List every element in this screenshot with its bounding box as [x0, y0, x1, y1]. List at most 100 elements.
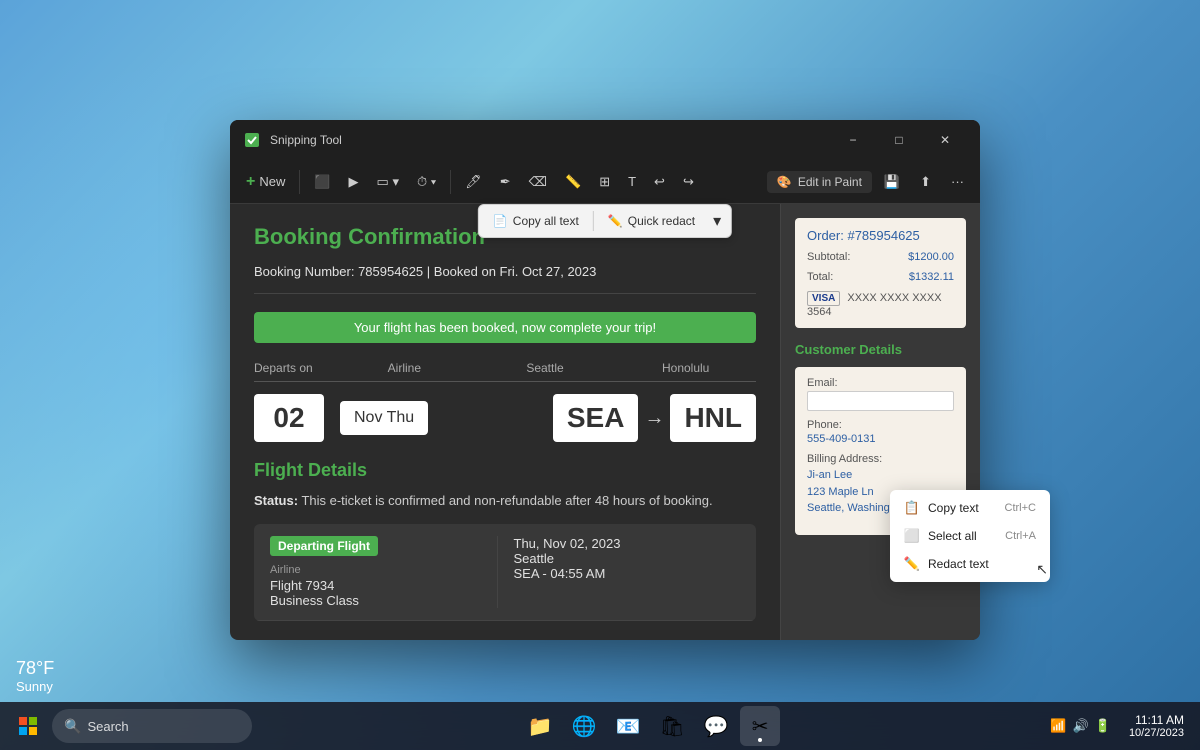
pen-button[interactable]: ✒: [492, 166, 519, 198]
visa-row: VISA XXXX XXXX XXXX 3564: [807, 291, 954, 318]
taskbar-explorer-icon[interactable]: 📁: [520, 706, 560, 746]
airline-label: Airline: [270, 564, 497, 576]
weather-widget: 78°F Sunny: [16, 658, 54, 694]
taskbar-teams-icon[interactable]: 💬: [696, 706, 736, 746]
video-mode-button[interactable]: ▶: [341, 166, 367, 198]
content-area: Booking Confirmation Booking Number: 785…: [230, 204, 980, 640]
total-value: $1332.11: [909, 271, 954, 283]
departs-col: Departs on: [254, 361, 334, 381]
copy-all-text-button[interactable]: 📄 Copy all text: [483, 210, 589, 232]
weather-condition: Sunny: [16, 679, 54, 694]
crop-button[interactable]: ⊞: [591, 166, 618, 198]
copy-text-icon: 📋: [904, 500, 920, 516]
class-label: Business Class: [270, 593, 497, 608]
context-redact-text[interactable]: ✏️ Redact text ↖: [894, 550, 1046, 578]
volume-icon[interactable]: 🔊: [1073, 718, 1089, 734]
email-input[interactable]: [807, 391, 954, 411]
flight-city: Seattle: [514, 551, 741, 566]
text-button[interactable]: T: [620, 166, 644, 198]
close-button[interactable]: ✕: [922, 120, 968, 160]
taskbar-edge-icon[interactable]: 🌐: [564, 706, 604, 746]
context-select-all[interactable]: ⬜ Select all Ctrl+A: [894, 522, 1046, 550]
booking-number-label: Booking Number:: [254, 264, 354, 279]
video-icon: ▶: [349, 174, 359, 190]
highlighter-button[interactable]: 🖊: [457, 166, 490, 198]
booking-separator: |: [427, 264, 434, 279]
flight-date: Thu, Nov 02, 2023: [514, 536, 741, 551]
taskbar-mail-icon[interactable]: 📧: [608, 706, 648, 746]
date-box: 02: [254, 394, 324, 442]
more-icon: ···: [951, 174, 964, 189]
email-field-group: Email:: [807, 377, 954, 411]
context-copy-text[interactable]: 📋 Copy text Ctrl+C: [894, 494, 1046, 522]
billing-name: Ji-an Lee: [807, 467, 954, 484]
maximize-button[interactable]: □: [876, 120, 922, 160]
seattle-col: Seattle: [475, 361, 616, 381]
billing-address-label: Billing Address:: [807, 453, 954, 465]
clock[interactable]: 11:11 AM 10/27/2023: [1121, 711, 1192, 741]
booked-on: Booked on Fri. Oct 27, 2023: [434, 264, 597, 279]
save-icon: 💾: [884, 174, 900, 190]
new-button[interactable]: + New: [238, 166, 293, 198]
chevron-down-icon: ▾: [713, 211, 721, 231]
taskbar-pinned-apps: 📁 🌐 📧 🛍 💬 ✂: [256, 706, 1044, 746]
battery-icon[interactable]: 🔋: [1095, 718, 1111, 734]
edit-in-paint-button[interactable]: 🎨 Edit in Paint: [767, 171, 872, 193]
minimize-button[interactable]: −: [830, 120, 876, 160]
share-button[interactable]: ⬆: [912, 166, 939, 198]
search-placeholder: Search: [87, 719, 128, 734]
redact-text-icon: ✏️: [904, 556, 920, 572]
save-button[interactable]: 💾: [876, 166, 908, 198]
order-label-value: Order: #785954625: [807, 228, 954, 243]
redo-button[interactable]: ↪: [675, 166, 702, 198]
subtotal-row: Subtotal: $1200.00: [807, 251, 954, 263]
taskbar-store-icon[interactable]: 🛍: [652, 706, 692, 746]
quick-redact-button[interactable]: ✏️ Quick redact: [598, 210, 705, 232]
flight-details-title: Flight Details: [254, 460, 756, 481]
customer-section-heading: Customer Details: [795, 342, 966, 357]
subtotal-label: Subtotal:: [807, 251, 850, 263]
flight-number: Flight 7934: [270, 578, 497, 593]
pen-icon: ✒: [500, 174, 511, 190]
honolulu-col: Honolulu: [615, 361, 756, 381]
eraser-button[interactable]: ⌫: [521, 166, 555, 198]
toolbar-separator-2: [450, 170, 451, 194]
visa-badge: VISA: [807, 291, 840, 306]
network-icon[interactable]: 📶: [1050, 718, 1066, 734]
shape-icon: ▭ ▾: [377, 174, 399, 190]
arrow-icon: →: [644, 407, 664, 430]
screenshot-mode-button[interactable]: ⬛: [306, 166, 338, 198]
quick-redact-dropdown[interactable]: ▾: [707, 207, 727, 235]
start-button[interactable]: [8, 706, 48, 746]
mouse-pointer: ↖: [1036, 561, 1048, 578]
ruler-button[interactable]: 📏: [557, 166, 589, 198]
airline-col: Airline: [334, 361, 475, 381]
floating-toolbar: 📄 Copy all text ✏️ Quick redact ▾: [478, 204, 732, 238]
taskbar-right: 📶 🔊 🔋 11:11 AM 10/27/2023: [1044, 711, 1192, 741]
total-label: Total:: [807, 271, 833, 283]
shape-button[interactable]: ▭ ▾: [369, 166, 407, 198]
highlighter-icon: 🖊: [465, 174, 482, 190]
order-box: Order: #785954625 Subtotal: $1200.00 Tot…: [795, 218, 966, 328]
origin-airport: SEA: [553, 394, 639, 442]
flight-time: SEA - 04:55 AM: [514, 566, 741, 581]
phone-label: Phone:: [807, 419, 954, 431]
month-day-box: Nov Thu: [340, 401, 428, 435]
titlebar: Snipping Tool − □ ✕: [230, 120, 980, 160]
search-bar[interactable]: 🔍 Search: [52, 709, 252, 743]
more-button[interactable]: ···: [943, 166, 972, 198]
taskbar-snipping-icon[interactable]: ✂: [740, 706, 780, 746]
share-icon: ⬆: [920, 174, 931, 190]
redact-text-label: Redact text: [928, 557, 989, 571]
toolbar-right: 🎨 Edit in Paint 💾 ⬆ ···: [767, 166, 972, 198]
snipping-tool-window: Snipping Tool − □ ✕ + New ⬛ ▶ ▭ ▾ ⏱ ▾ 🖊: [230, 120, 980, 640]
paint-icon: 🎨: [777, 175, 792, 189]
timer-button[interactable]: ⏱ ▾: [409, 166, 444, 198]
undo-button[interactable]: ↩: [646, 166, 673, 198]
search-icon: 🔍: [64, 718, 81, 735]
copy-text-label: Copy text: [928, 501, 979, 515]
redact-icon: ✏️: [608, 214, 623, 228]
select-all-label: Select all: [928, 529, 977, 543]
clock-time: 11:11 AM: [1129, 713, 1184, 727]
booking-meta: Booking Number: 785954625 | Booked on Fr…: [254, 264, 756, 294]
